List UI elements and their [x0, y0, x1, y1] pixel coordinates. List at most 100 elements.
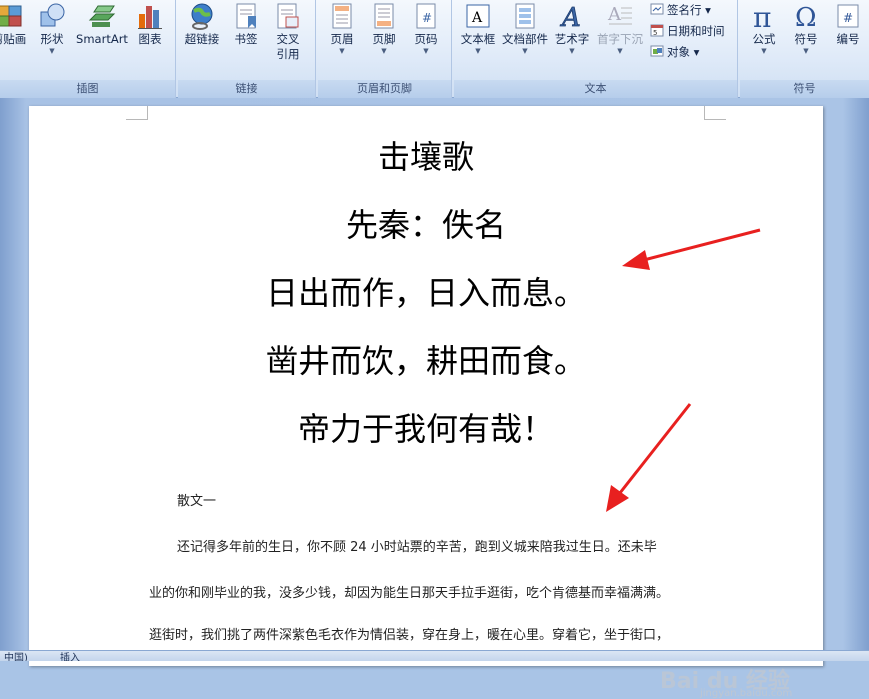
smartart-button[interactable]: SmartArt: [74, 2, 130, 47]
object-button[interactable]: 对象 ▾: [650, 42, 699, 62]
calendar-icon: 5: [650, 23, 664, 37]
numbering-icon: #: [834, 2, 862, 30]
bookmark-label: 书签: [234, 32, 258, 46]
poem-line-1[interactable]: 日出而作，日入而息。: [29, 268, 823, 314]
equation-dropdown-icon: ▼: [761, 47, 767, 55]
bookmark-button[interactable]: 书签: [228, 2, 264, 47]
cross-reference-button[interactable]: 交叉 引用: [270, 2, 306, 62]
drop-cap-button[interactable]: A 首字下沉 ▼: [594, 2, 646, 55]
header-icon: [328, 2, 356, 30]
drop-cap-label: 首字下沉: [597, 32, 643, 46]
footer-icon: [370, 2, 398, 30]
svg-text:Ω: Ω: [795, 3, 817, 30]
shapes-label: 形状: [40, 32, 64, 46]
margin-corner-top-left: [126, 106, 148, 120]
document-area[interactable]: 击壤歌 先秦：佚名 日出而作，日入而息。 凿井而饮，耕田而食。 帝力于我何有哉！…: [0, 98, 869, 699]
signature-line-label: 签名行 ▾: [667, 3, 711, 17]
page-number-label: 页码: [414, 32, 438, 46]
cross-reference-label: 交叉: [276, 32, 300, 46]
svg-text:#: #: [843, 11, 853, 25]
watermark-url: jingyan.baidu.com: [700, 688, 793, 699]
hyperlink-label: 超链接: [184, 32, 220, 46]
date-time-label: 日期和时间: [667, 24, 725, 38]
prose-line-2[interactable]: 业的你和刚毕业的我，没多少钱，却因为能生日那天手拉手逛街，吃个肯德基而幸福满满。: [149, 582, 669, 601]
svg-text:#: #: [422, 11, 432, 25]
smartart-label: SmartArt: [76, 32, 128, 46]
document-page[interactable]: 击壤歌 先秦：佚名 日出而作，日入而息。 凿井而饮，耕田而食。 帝力于我何有哉！…: [29, 106, 823, 666]
svg-text:5: 5: [653, 29, 657, 37]
chart-label: 图表: [138, 32, 162, 46]
clipart-label: 剪贴画: [0, 32, 27, 46]
group-header-footer: 页眉 ▼ 页脚 ▼ # 页码 ▼ 页眉和页脚: [318, 0, 452, 98]
symbol-dropdown-icon: ▼: [803, 47, 809, 55]
hyperlink-button[interactable]: 超链接: [182, 2, 222, 47]
date-time-button[interactable]: 5 日期和时间: [650, 21, 725, 41]
drop-cap-dropdown-icon: ▼: [617, 47, 623, 55]
header-dropdown-icon: ▼: [339, 47, 345, 55]
footer-dropdown-icon: ▼: [381, 47, 387, 55]
prose-heading[interactable]: 散文一: [177, 490, 216, 509]
group-label-illustrations: 插图: [0, 80, 175, 98]
svg-text:A: A: [607, 4, 622, 25]
poem-author[interactable]: 先秦：佚名: [29, 200, 823, 246]
quick-parts-dropdown-icon: ▼: [522, 47, 528, 55]
quick-parts-label: 文档部件: [502, 32, 548, 46]
symbol-button[interactable]: Ω 符号 ▼: [788, 2, 824, 55]
textbox-button[interactable]: A 文本框 ▼: [456, 2, 500, 55]
wordart-label: 艺术字: [554, 32, 590, 46]
symbol-label: 符号: [794, 32, 818, 46]
group-label-header-footer: 页眉和页脚: [318, 80, 451, 98]
cross-reference-label-2: 引用: [276, 47, 300, 61]
poem-line-3[interactable]: 帝力于我何有哉！: [29, 404, 823, 450]
drop-cap-icon: A: [606, 2, 634, 30]
svg-text:π: π: [753, 2, 771, 30]
footer-label: 页脚: [372, 32, 396, 46]
page-number-button[interactable]: # 页码 ▼: [408, 2, 444, 55]
wordart-dropdown-icon: ▼: [569, 47, 575, 55]
group-links: 超链接 书签 交叉 引用 链接: [178, 0, 316, 98]
omega-icon: Ω: [792, 2, 820, 33]
bookmark-icon: [232, 2, 260, 30]
group-text: A 文本框 ▼ 文档部件 ▼ A 艺术字 ▼ A 首字下沉 ▼ 签名行 ▾ 5 …: [454, 0, 738, 98]
cross-reference-icon: [274, 2, 302, 30]
shapes-icon: [38, 2, 66, 30]
status-language[interactable]: 中国): [4, 651, 28, 661]
globe-link-icon: [188, 2, 216, 30]
numbering-button[interactable]: # 编号: [830, 2, 866, 47]
clipart-button[interactable]: 剪贴画: [0, 2, 32, 47]
chart-icon: [136, 2, 164, 30]
clipart-icon: [0, 2, 23, 30]
page-number-icon: #: [412, 2, 440, 30]
wordart-icon: A: [558, 2, 586, 34]
header-button[interactable]: 页眉 ▼: [324, 2, 360, 55]
signature-line-button[interactable]: 签名行 ▾: [650, 0, 711, 20]
poem-title[interactable]: 击壤歌: [29, 132, 823, 178]
svg-text:A: A: [471, 10, 483, 26]
ribbon: 剪贴画 形状 ▼ SmartArt 图表 插图: [0, 0, 869, 98]
numbering-label: 编号: [836, 32, 860, 46]
status-insert-mode[interactable]: 插入: [60, 651, 80, 661]
object-label: 对象 ▾: [667, 45, 700, 59]
footer-button[interactable]: 页脚 ▼: [366, 2, 402, 55]
page-number-dropdown-icon: ▼: [423, 47, 429, 55]
shapes-dropdown-icon: ▼: [49, 47, 55, 55]
smartart-icon: [88, 2, 116, 30]
textbox-icon: A: [464, 2, 492, 30]
status-bar: 中国) 插入: [0, 650, 869, 661]
pi-icon: π: [750, 1, 778, 34]
quick-parts-button[interactable]: 文档部件 ▼: [500, 2, 550, 55]
group-label-text: 文本: [454, 80, 737, 98]
textbox-dropdown-icon: ▼: [475, 47, 481, 55]
margin-corner-top-right: [704, 106, 726, 120]
prose-line-3[interactable]: 逛街时，我们挑了两件深紫色毛衣作为情侣装，穿在身上，暖在心里。穿着它，坐于街口，: [149, 624, 669, 643]
shapes-button[interactable]: 形状 ▼: [34, 2, 70, 55]
prose-line-1[interactable]: 还记得多年前的生日，你不顾 24 小时站票的辛苦，跑到义城来陪我过生日。还未毕: [177, 536, 657, 555]
poem-line-2[interactable]: 凿井而饮，耕田而食。: [29, 336, 823, 382]
group-label-links: 链接: [178, 80, 315, 98]
equation-button[interactable]: π 公式 ▼: [744, 1, 784, 55]
chart-button[interactable]: 图表: [132, 2, 168, 47]
svg-text:A: A: [560, 3, 581, 30]
equation-label: 公式: [752, 32, 776, 46]
group-label-symbols: 符号: [740, 80, 869, 98]
wordart-button[interactable]: A 艺术字 ▼: [552, 2, 592, 55]
